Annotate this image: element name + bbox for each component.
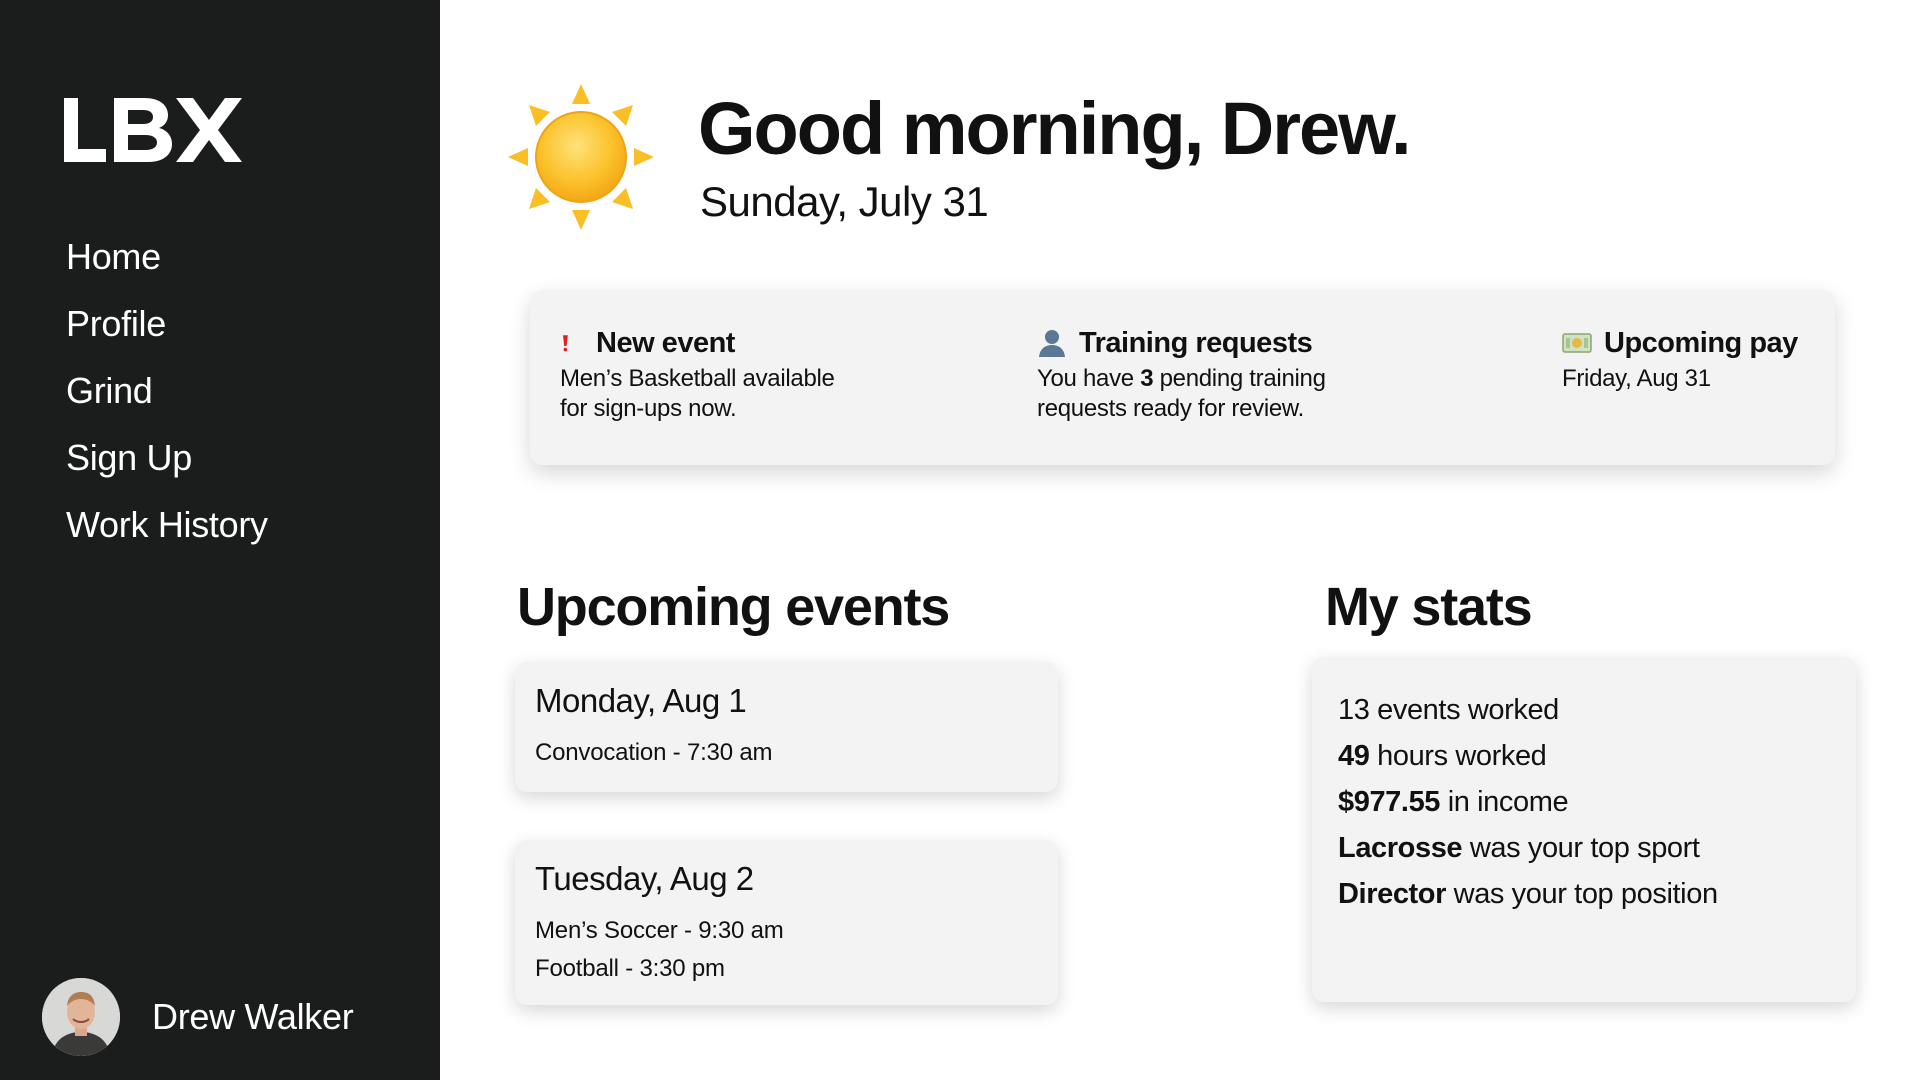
alert-upcoming-pay[interactable]: Upcoming pay Friday, Aug 31 xyxy=(1562,326,1798,394)
greeting-heading: Good morning, Drew. xyxy=(698,87,1412,170)
alerts-card: New event Men’s Basketball available for… xyxy=(530,290,1835,465)
stat-label: in income xyxy=(1440,786,1569,818)
stat-hours-worked: 49 hours worked xyxy=(1338,733,1830,779)
lbx-logo[interactable] xyxy=(64,98,242,162)
alert-training-requests[interactable]: Training requests You have 3 pending tra… xyxy=(1037,326,1326,424)
alert-training-title-row: Training requests xyxy=(1037,326,1326,360)
event-day: Monday, Aug 1 xyxy=(535,682,747,719)
stat-events-worked: 13 events worked xyxy=(1338,687,1830,733)
stat-value: 49 xyxy=(1338,740,1370,772)
alert-training-body: You have 3 pending training requests rea… xyxy=(1037,364,1326,424)
app-root: Home Profile Grind Sign Up Work History … xyxy=(0,0,1920,1080)
event-card[interactable]: Monday, Aug 1 Convocation - 7:30 am xyxy=(515,662,1058,792)
nav-item-grind[interactable]: Grind xyxy=(66,366,268,433)
stat-value: Director xyxy=(1338,878,1446,910)
sidebar: Home Profile Grind Sign Up Work History … xyxy=(0,0,440,1080)
stat-label: was your top sport xyxy=(1462,832,1700,864)
stat-value: 13 xyxy=(1338,694,1370,726)
event-card[interactable]: Tuesday, Aug 2 Men’s Soccer - 9:30 am Fo… xyxy=(515,840,1058,1005)
current-date: Sunday, July 31 xyxy=(700,178,989,225)
event-line: Convocation - 7:30 am xyxy=(535,739,773,766)
exclamation-icon xyxy=(563,335,568,352)
stat-value: $977.55 xyxy=(1338,786,1441,818)
alert-new-event-body-line1: Men’s Basketball available xyxy=(560,365,835,392)
my-stats-title: My stats xyxy=(1325,577,1533,637)
stat-income: $977.55 in income xyxy=(1338,779,1830,825)
event-line: Football - 3:30 pm xyxy=(535,955,725,982)
main-nav: Home Profile Grind Sign Up Work History xyxy=(66,232,268,567)
stat-label: was your top position xyxy=(1446,878,1718,910)
alert-training-suffix: pending training xyxy=(1153,365,1326,392)
alert-training-prefix: You have xyxy=(1037,365,1141,392)
stat-value: Lacrosse xyxy=(1338,832,1463,864)
alert-training-body-line1: You have 3 pending training xyxy=(1037,364,1326,394)
stat-label: events worked xyxy=(1369,694,1559,726)
event-line: Men’s Soccer - 9:30 am xyxy=(535,917,784,944)
user-profile[interactable]: Drew Walker xyxy=(42,978,354,1056)
stat-label: hours worked xyxy=(1369,740,1547,772)
money-icon xyxy=(1562,333,1592,353)
stat-top-position: Director was your top position xyxy=(1338,871,1830,917)
avatar-icon xyxy=(42,978,120,1056)
alert-new-event-body: Men’s Basketball available for sign-ups … xyxy=(560,364,835,424)
event-day: Tuesday, Aug 2 xyxy=(535,860,754,897)
alert-pay-title-row: Upcoming pay xyxy=(1562,326,1798,360)
person-icon xyxy=(1039,330,1065,357)
nav-item-sign-up[interactable]: Sign Up xyxy=(66,433,268,500)
nav-item-profile[interactable]: Profile xyxy=(66,299,268,366)
alert-pay-title: Upcoming pay xyxy=(1604,326,1798,359)
alert-new-event-title-row: New event xyxy=(560,326,835,360)
user-name: Drew Walker xyxy=(152,996,354,1037)
alert-training-body-line2: requests ready for review. xyxy=(1037,395,1304,422)
alert-new-event[interactable]: New event Men’s Basketball available for… xyxy=(560,326,835,424)
alert-training-title: Training requests xyxy=(1079,326,1313,359)
upcoming-events-title: Upcoming events xyxy=(517,577,950,637)
alert-new-event-body-line2: for sign-ups now. xyxy=(560,395,737,422)
alert-pay-body: Friday, Aug 31 xyxy=(1562,365,1711,392)
sun-icon xyxy=(508,84,654,230)
nav-item-home[interactable]: Home xyxy=(66,232,268,299)
alert-new-event-title: New event xyxy=(596,326,735,359)
stat-top-sport: Lacrosse was your top sport xyxy=(1338,825,1830,871)
stats-card: 13 events worked 49 hours worked $977.55… xyxy=(1312,657,1856,1002)
user-avatar[interactable] xyxy=(42,978,120,1056)
training-request-count: 3 xyxy=(1140,365,1154,392)
nav-item-work-history[interactable]: Work History xyxy=(66,500,268,567)
